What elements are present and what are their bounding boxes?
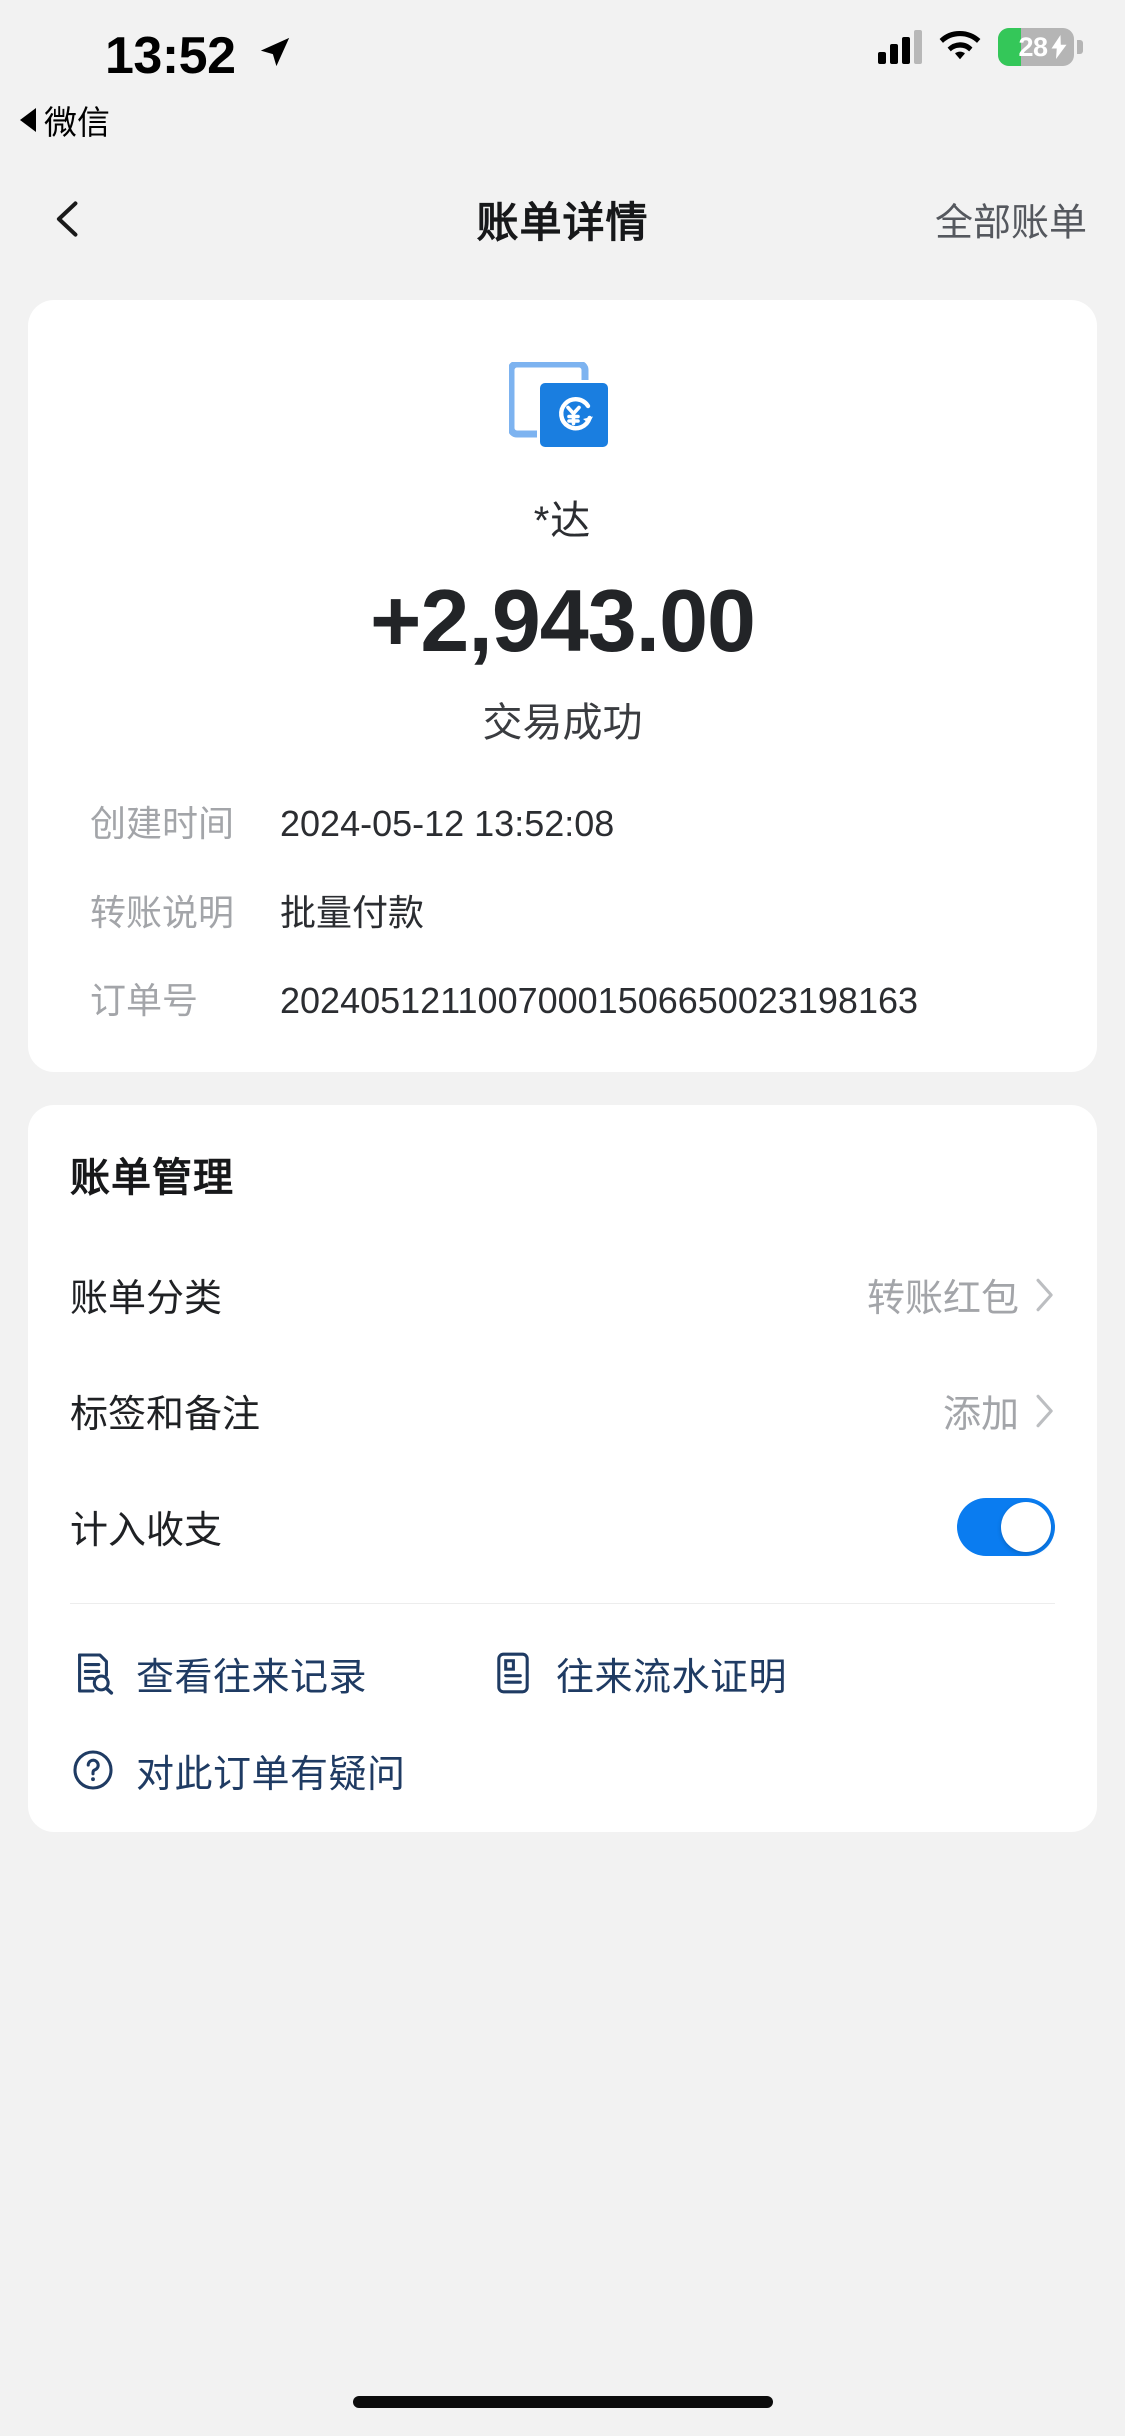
back-button[interactable] bbox=[34, 184, 104, 254]
detail-row: 订单号 20240512110070001506650023198163 bbox=[90, 977, 1035, 1026]
chevron-right-icon bbox=[1035, 1394, 1055, 1428]
bill-category-label: 账单分类 bbox=[70, 1278, 223, 1321]
bill-category-value: 转账红包 bbox=[866, 1278, 1019, 1321]
toggle-knob bbox=[1001, 1501, 1051, 1552]
bill-management-card: 账单管理 账单分类 转账红包 标签和备注 添加 计入收支 查看往来记录 往来流水… bbox=[28, 1104, 1097, 1832]
status-bar-time: 13:52 bbox=[105, 27, 236, 85]
navigation-bar: 账单详情 全部账单 bbox=[0, 160, 1125, 278]
return-to-app-button[interactable]: 微信 bbox=[20, 96, 110, 144]
transaction-status: 交易成功 bbox=[482, 701, 643, 745]
cellular-signal-icon bbox=[878, 30, 922, 64]
return-to-app-label: 微信 bbox=[44, 104, 110, 141]
tags-and-notes-row[interactable]: 标签和备注 添加 bbox=[70, 1353, 1055, 1469]
document-search-icon bbox=[70, 1650, 116, 1696]
action-link-row: 对此订单有疑问 bbox=[70, 1743, 1055, 1798]
bill-action-links: 查看往来记录 往来流水证明 对此订单有疑问 bbox=[28, 1604, 1097, 1798]
chevron-right-icon bbox=[1035, 1278, 1055, 1312]
detail-value: 批量付款 bbox=[280, 891, 425, 933]
transaction-summary: *达 +2,943.00 交易成功 bbox=[28, 360, 1097, 748]
include-in-budget-row[interactable]: 计入收支 bbox=[70, 1469, 1055, 1585]
detail-row: 转账说明 批量付款 bbox=[90, 889, 1035, 938]
action-link-row: 查看往来记录 往来流水证明 bbox=[70, 1646, 1055, 1701]
all-bills-button[interactable]: 全部账单 bbox=[935, 192, 1087, 247]
detail-label: 创建时间 bbox=[90, 803, 235, 844]
location-arrow-icon bbox=[258, 34, 292, 70]
bill-category-value-group: 转账红包 bbox=[867, 1267, 1055, 1322]
triangle-left-icon bbox=[20, 108, 36, 132]
bill-category-row[interactable]: 账单分类 转账红包 bbox=[70, 1237, 1055, 1353]
transaction-details-list: 创建时间 2024-05-12 13:52:08 转账说明 批量付款 订单号 2… bbox=[28, 800, 1097, 1026]
transaction-detail-card: *达 +2,943.00 交易成功 创建时间 2024-05-12 13:52:… bbox=[28, 300, 1097, 1072]
transaction-certificate-label: 往来流水证明 bbox=[556, 1656, 788, 1699]
detail-value: 2024-05-12 13:52:08 bbox=[280, 803, 615, 844]
tags-and-notes-value: 添加 bbox=[942, 1394, 1019, 1437]
status-bar: 13:52 微信 28 bbox=[0, 0, 1125, 160]
detail-row: 创建时间 2024-05-12 13:52:08 bbox=[90, 800, 1035, 849]
detail-label: 转账说明 bbox=[90, 891, 235, 933]
transaction-amount: +2,943.00 bbox=[370, 571, 756, 670]
document-certificate-icon bbox=[490, 1650, 536, 1696]
view-transaction-records-label: 查看往来记录 bbox=[136, 1656, 368, 1699]
payee-name: *达 bbox=[533, 499, 592, 543]
view-transaction-records-link[interactable]: 查看往来记录 bbox=[70, 1646, 490, 1701]
tags-and-notes-value-group: 添加 bbox=[943, 1383, 1055, 1438]
section-title: 账单管理 bbox=[70, 1155, 234, 1200]
detail-value[interactable]: 20240512110070001506650023198163 bbox=[280, 977, 1035, 1026]
include-in-budget-toggle[interactable] bbox=[957, 1497, 1055, 1556]
tags-and-notes-label: 标签和备注 bbox=[70, 1394, 261, 1437]
battery-body: 28 bbox=[998, 28, 1074, 66]
battery-cap bbox=[1077, 40, 1083, 54]
home-indicator[interactable] bbox=[352, 2396, 773, 2408]
chevron-left-icon bbox=[56, 201, 78, 237]
order-question-label: 对此订单有疑问 bbox=[136, 1753, 406, 1796]
detail-label: 订单号 bbox=[90, 980, 199, 1022]
transfer-red-packet-icon bbox=[507, 360, 617, 454]
wifi-icon bbox=[938, 30, 982, 64]
include-in-budget-label: 计入收支 bbox=[70, 1510, 223, 1553]
question-circle-icon bbox=[70, 1747, 116, 1793]
transaction-certificate-link[interactable]: 往来流水证明 bbox=[490, 1646, 787, 1701]
status-bar-indicators: 28 bbox=[878, 28, 1083, 66]
bill-management-list: 账单分类 转账红包 标签和备注 添加 计入收支 bbox=[28, 1237, 1097, 1585]
order-question-link[interactable]: 对此订单有疑问 bbox=[70, 1743, 406, 1798]
battery-indicator: 28 bbox=[998, 28, 1083, 66]
bolt-icon bbox=[1051, 35, 1067, 59]
